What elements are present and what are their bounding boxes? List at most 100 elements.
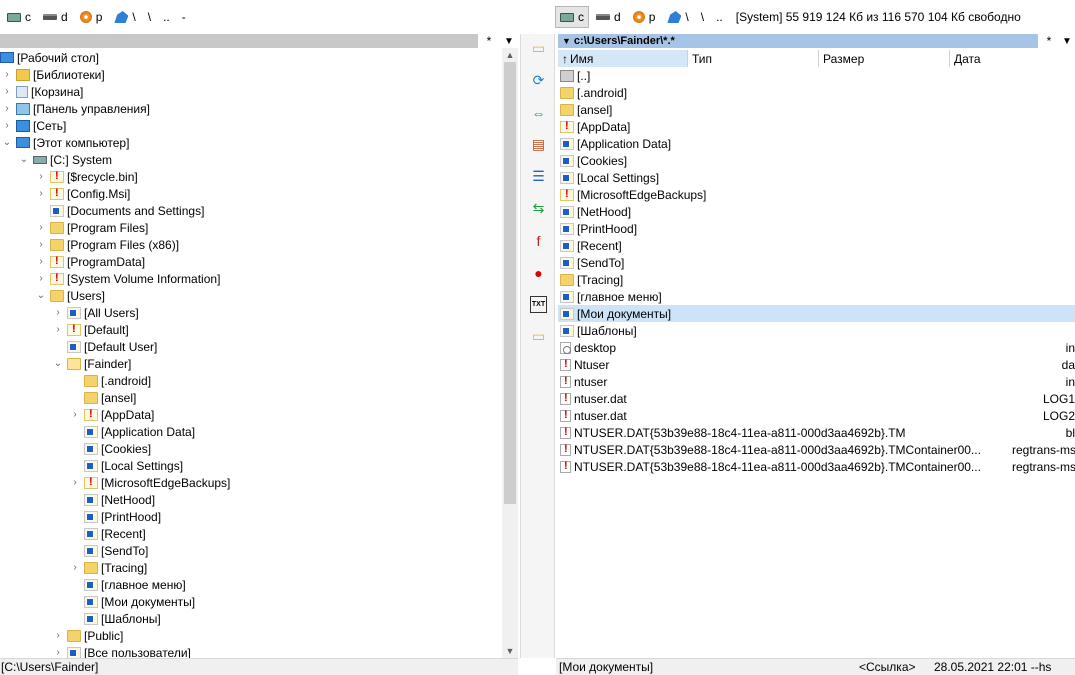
tree-item[interactable]: › [MicrosoftEdgeBackups] (69, 474, 230, 491)
file-row[interactable]: [ansel] (558, 101, 1075, 118)
expand-chevron-icon[interactable]: › (35, 256, 47, 267)
refresh-icon[interactable]: ⟳ (530, 72, 547, 89)
file-row[interactable]: ntuser in (558, 373, 1075, 390)
tree-item[interactable]: › [Сеть] (1, 117, 66, 134)
tree-item[interactable]: [Application Data] (69, 423, 195, 440)
tree-item[interactable]: › [Config.Msi] (35, 185, 130, 202)
drive-button-1[interactable]: d (591, 6, 626, 28)
tree-item[interactable]: [Шаблоны] (69, 610, 161, 627)
file-row[interactable]: Ntuser da (558, 356, 1075, 373)
drive-button-2[interactable]: p (75, 6, 108, 28)
collapse-chevron-icon[interactable]: ⌄ (18, 154, 30, 165)
column-header-date[interactable]: Дата (950, 50, 1075, 67)
expand-chevron-icon[interactable]: › (1, 86, 13, 97)
drive-button-5[interactable]: .. (158, 6, 175, 28)
right-filter-button[interactable]: * (1040, 34, 1058, 48)
drive-button-0[interactable]: c (555, 6, 589, 28)
expand-chevron-icon[interactable]: › (69, 409, 81, 420)
scroll-up-arrow-icon[interactable]: ▲ (502, 48, 518, 62)
column-header-name[interactable]: ↑ Имя (558, 50, 688, 67)
drive-button-5[interactable]: .. (711, 6, 728, 28)
tree-item[interactable]: › [Панель управления] (1, 100, 150, 117)
font-icon[interactable]: f (530, 232, 547, 249)
expand-chevron-icon[interactable]: › (35, 222, 47, 233)
expand-chevron-icon[interactable]: › (69, 562, 81, 573)
file-row[interactable]: desktop in (558, 339, 1075, 356)
tree-item[interactable]: [Cookies] (69, 440, 151, 457)
record-icon[interactable]: ● (530, 264, 547, 281)
file-row[interactable]: [.android] (558, 84, 1075, 101)
tree-item[interactable]: ⌄ [Этот компьютер] (1, 134, 130, 151)
tree-item[interactable]: [Recent] (69, 525, 146, 542)
drive-button-6[interactable]: - (177, 6, 191, 28)
tree-item[interactable]: › [Default] (52, 321, 128, 338)
file-row[interactable]: [PrintHood] (558, 220, 1075, 237)
compare-icon[interactable]: ⇔ (530, 104, 547, 121)
tree-item[interactable]: ⌄ [C:] System (18, 151, 112, 168)
tree-item[interactable]: ⌄ [Fainder] (52, 355, 132, 372)
drive-button-3[interactable]: \ (662, 6, 693, 28)
right-path-bar[interactable]: ▼ c:\Users\Fainder\*.* (558, 34, 1038, 48)
file-row[interactable]: [NetHood] (558, 203, 1075, 220)
tree-item[interactable]: › [AppData] (69, 406, 154, 423)
tree-item[interactable]: [Мои документы] (69, 593, 195, 610)
collapse-chevron-icon[interactable]: ⌄ (35, 290, 47, 301)
right-history-dropdown[interactable]: ▼ (1058, 34, 1075, 48)
expand-chevron-icon[interactable]: › (52, 647, 64, 658)
collapse-chevron-icon[interactable]: ⌄ (1, 137, 13, 148)
scroll-thumb[interactable] (504, 62, 516, 504)
tree-item[interactable]: › [Tracing] (69, 559, 147, 576)
collapse-chevron-icon[interactable]: ⌄ (52, 358, 64, 369)
expand-chevron-icon[interactable]: › (52, 630, 64, 641)
tree-item[interactable]: › [Program Files] (35, 219, 148, 236)
expand-chevron-icon[interactable]: › (35, 239, 47, 250)
open-folder-icon[interactable]: ▭ (530, 328, 547, 345)
drive-button-3[interactable]: \ (109, 6, 140, 28)
expand-chevron-icon[interactable]: › (52, 307, 64, 318)
left-path-bar[interactable] (0, 34, 478, 48)
tree-item[interactable]: [ansel] (69, 389, 136, 406)
tree-scrollbar[interactable]: ▲ ▼ (502, 48, 518, 658)
tree-item[interactable]: › [All Users] (52, 304, 138, 321)
tree-item[interactable]: [.android] (69, 372, 151, 389)
file-row[interactable]: [Cookies] (558, 152, 1075, 169)
file-row[interactable]: ntuser.dat LOG1 (558, 390, 1075, 407)
expand-chevron-icon[interactable]: › (1, 120, 13, 131)
tree-item[interactable]: › [Библиотеки] (1, 66, 104, 83)
expand-chevron-icon[interactable]: › (52, 324, 64, 335)
tree-item[interactable]: › [Public] (52, 627, 123, 644)
tree-item[interactable]: › [$recycle.bin] (35, 168, 137, 185)
left-history-dropdown[interactable]: ▼ (500, 34, 518, 48)
archive-icon[interactable]: ▤ (530, 136, 547, 153)
file-row[interactable]: [главное меню] (558, 288, 1075, 305)
file-row[interactable]: [Tracing] (558, 271, 1075, 288)
file-row[interactable]: [..] (558, 67, 1075, 84)
tree-item[interactable]: [NetHood] (69, 491, 155, 508)
file-row[interactable]: [MicrosoftEdgeBackups] (558, 186, 1075, 203)
drive-button-0[interactable]: c (2, 6, 36, 28)
expand-chevron-icon[interactable]: › (69, 477, 81, 488)
tree-item[interactable]: [PrintHood] (69, 508, 161, 525)
tree-item[interactable]: › [Program Files (x86)] (35, 236, 179, 253)
tree-item[interactable]: › [System Volume Information] (35, 270, 220, 287)
column-header-type[interactable]: Тип (688, 50, 819, 67)
list-icon[interactable]: ☰ (530, 168, 547, 185)
file-row[interactable]: NTUSER.DAT{53b39e88-18c4-11ea-a811-000d3… (558, 424, 1075, 441)
drive-button-4[interactable]: \ (696, 6, 709, 28)
tree-item[interactable]: ⌄ [Users] (35, 287, 105, 304)
scroll-down-arrow-icon[interactable]: ▼ (502, 644, 518, 658)
left-filter-button[interactable]: * (480, 34, 498, 48)
tree-item[interactable]: [Local Settings] (69, 457, 183, 474)
file-row[interactable]: [SendTo] (558, 254, 1075, 271)
file-row[interactable]: [Recent] (558, 237, 1075, 254)
path-dropdown-icon[interactable]: ▼ (562, 36, 571, 46)
expand-chevron-icon[interactable]: › (35, 273, 47, 284)
file-row[interactable]: ntuser.dat LOG2 (558, 407, 1075, 424)
expand-chevron-icon[interactable]: › (1, 103, 13, 114)
file-row[interactable]: NTUSER.DAT{53b39e88-18c4-11ea-a811-000d3… (558, 458, 1075, 475)
folder-icon[interactable]: ▭ (530, 40, 547, 57)
file-row[interactable]: [Application Data] (558, 135, 1075, 152)
tree-item[interactable]: › [ProgramData] (35, 253, 145, 270)
tree-item[interactable]: [Рабочий стол] (0, 49, 99, 66)
column-header-size[interactable]: Размер (819, 50, 950, 67)
